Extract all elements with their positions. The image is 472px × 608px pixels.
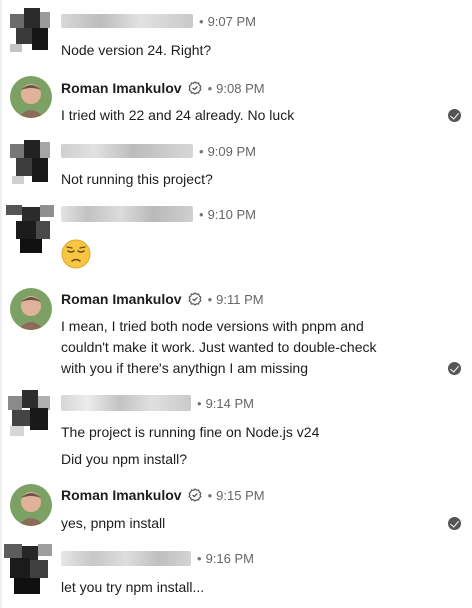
message-text: Not running this project?: [61, 171, 213, 187]
message-header: Roman Imankulov • 9:11 PM: [61, 289, 264, 309]
chat-left-border: [0, 0, 2, 608]
message-text-line: couldn't make it work. Just wanted to do…: [61, 339, 377, 355]
sender-name-blurred[interactable]: [61, 144, 193, 158]
sender-name-blurred[interactable]: [61, 14, 193, 28]
message-header: • 9:10 PM: [61, 204, 256, 224]
message-header: • 9:07 PM: [61, 11, 256, 31]
separator-dot: •: [197, 395, 202, 411]
timestamp[interactable]: 9:11 PM: [216, 292, 263, 307]
sender-name-blurred[interactable]: [61, 395, 191, 411]
read-check-icon: [448, 109, 461, 122]
separator-dot: •: [197, 550, 202, 566]
read-check-icon: [448, 362, 461, 375]
sender-name-blurred[interactable]: [61, 206, 193, 222]
avatar-roman[interactable]: [10, 484, 52, 526]
sender-name-blurred[interactable]: [61, 550, 191, 566]
avatar-blurred[interactable]: [6, 390, 54, 438]
avatar-blurred[interactable]: [10, 8, 54, 52]
message-text: let you try npm install...: [61, 579, 205, 595]
verified-badge-icon: [188, 81, 202, 95]
message-text: yes, pnpm install: [61, 515, 166, 531]
message-header: • 9:14 PM: [61, 393, 254, 413]
avatar-roman[interactable]: [10, 76, 52, 118]
avatar-blurred[interactable]: [4, 544, 54, 594]
separator-dot: •: [207, 487, 213, 503]
sender-name[interactable]: Roman Imankulov: [61, 291, 182, 307]
timestamp[interactable]: 9:07 PM: [208, 14, 256, 29]
avatar-blurred[interactable]: [10, 140, 54, 184]
separator-dot: •: [199, 143, 204, 159]
separator-dot: •: [207, 291, 213, 307]
avatar-roman[interactable]: [10, 288, 52, 330]
timestamp[interactable]: 9:14 PM: [206, 396, 254, 411]
timestamp[interactable]: 9:09 PM: [208, 144, 256, 159]
message-header: Roman Imankulov • 9:08 PM: [61, 78, 265, 98]
timestamp[interactable]: 9:15 PM: [216, 488, 264, 503]
pensive-face-emoji: [61, 239, 91, 269]
message-text-line: Did you npm install?: [61, 451, 188, 467]
separator-dot: •: [207, 80, 213, 96]
timestamp[interactable]: 9:10 PM: [208, 207, 256, 222]
message-text: I tried with 22 and 24 already. No luck: [61, 107, 295, 123]
read-check-icon: [448, 517, 461, 530]
verified-badge-icon: [188, 292, 202, 306]
message-header: • 9:16 PM: [61, 548, 254, 568]
message-text-line: I mean, I tried both node versions with …: [61, 318, 364, 334]
sender-name[interactable]: Roman Imankulov: [61, 487, 182, 503]
separator-dot: •: [199, 206, 204, 222]
avatar-blurred[interactable]: [6, 203, 56, 253]
message-text-line: with you if there's anythign I am missin…: [61, 360, 309, 376]
timestamp[interactable]: 9:16 PM: [206, 551, 254, 566]
message-header: • 9:09 PM: [61, 141, 256, 161]
message-header: Roman Imankulov • 9:15 PM: [61, 485, 265, 505]
verified-badge-icon: [188, 488, 202, 502]
timestamp[interactable]: 9:08 PM: [216, 81, 264, 96]
message-text: Node version 24. Right?: [61, 42, 212, 58]
message-text-line: The project is running fine on Node.js v…: [61, 424, 320, 440]
sender-name[interactable]: Roman Imankulov: [61, 80, 182, 96]
separator-dot: •: [199, 13, 204, 29]
